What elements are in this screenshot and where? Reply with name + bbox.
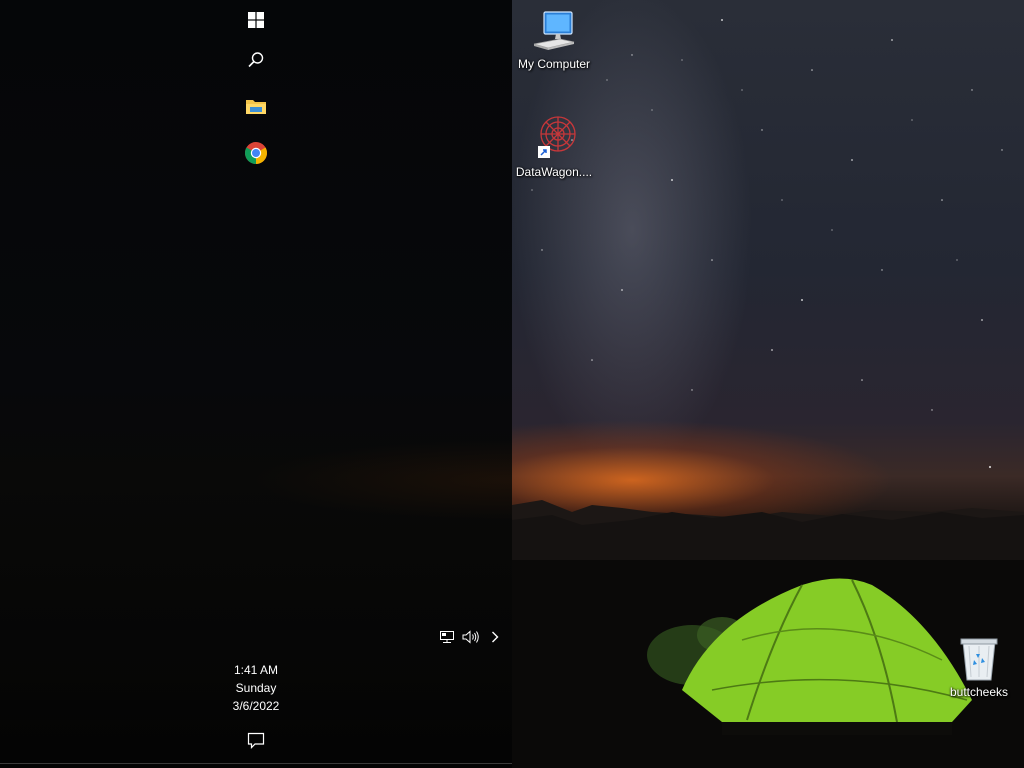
chrome-button[interactable]	[236, 133, 276, 173]
chrome-icon	[245, 142, 267, 164]
clock-date: 3/6/2022	[232, 699, 280, 713]
file-explorer-button[interactable]	[236, 86, 276, 126]
search-button[interactable]	[236, 40, 276, 80]
desktop-icon-label: buttcheeks	[949, 685, 1009, 699]
volume-button[interactable]	[460, 626, 482, 648]
desktop-icon-my-computer[interactable]: My Computer	[512, 8, 596, 72]
clock-time: 1:41 AM	[233, 663, 279, 677]
clock-day: Sunday	[235, 681, 277, 695]
volume-icon	[462, 630, 479, 644]
panel-divider	[0, 763, 512, 764]
network-icon	[440, 631, 454, 643]
computer-icon	[533, 11, 575, 50]
taskbar-clock[interactable]: 1:41 AM Sunday 3/6/2022	[196, 661, 316, 715]
desktop-icon-recycle-bin[interactable]: buttcheeks	[937, 636, 1021, 700]
desktop-icon-label: My Computer	[517, 57, 591, 71]
start-button[interactable]	[236, 0, 276, 40]
folder-icon	[246, 100, 266, 114]
chevron-right-icon	[492, 631, 499, 643]
network-button[interactable]	[436, 626, 458, 648]
search-icon	[248, 52, 264, 68]
show-hidden-icons-button[interactable]	[485, 626, 505, 648]
desktop-icon-label: DataWagon....	[515, 165, 593, 179]
desktop-icon-datawagon[interactable]: DataWagon....	[512, 112, 596, 180]
action-center-button[interactable]	[236, 726, 276, 754]
notification-icon	[247, 732, 265, 749]
recycle-bin-icon	[960, 638, 998, 681]
windows-logo-icon	[248, 12, 264, 28]
datawagon-shortcut-icon	[538, 116, 576, 158]
